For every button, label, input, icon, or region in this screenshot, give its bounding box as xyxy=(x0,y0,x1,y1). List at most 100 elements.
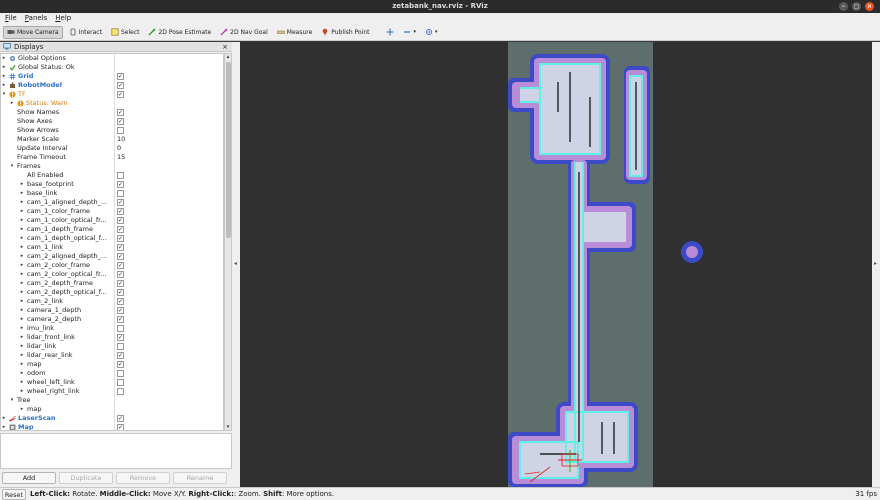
collapsed-arrow-icon[interactable]: ▸ xyxy=(1,81,7,90)
tree-row[interactable]: ▸ wheel_right_link xyxy=(1,387,223,396)
checkbox[interactable] xyxy=(117,190,124,197)
duplicate-button[interactable]: Duplicate xyxy=(59,472,113,484)
collapsed-arrow-icon[interactable]: ▸ xyxy=(19,198,25,207)
expanded-arrow-icon[interactable]: ▾ xyxy=(1,90,7,99)
tree-row-value[interactable]: 0 xyxy=(117,144,121,153)
checkbox[interactable]: ✓ xyxy=(117,298,124,305)
nav-goal-tool[interactable]: 2D Nav Goal xyxy=(217,26,271,39)
tree-row[interactable]: ▸ imu_link xyxy=(1,324,223,333)
tree-row-value[interactable]: 15 xyxy=(117,153,125,162)
checkbox[interactable] xyxy=(117,172,124,179)
collapsed-arrow-icon[interactable]: ▸ xyxy=(19,225,25,234)
checkbox[interactable]: ✓ xyxy=(117,235,124,242)
tree-row[interactable]: ▸ cam_2_link ✓ xyxy=(1,297,223,306)
checkbox[interactable]: ✓ xyxy=(117,280,124,287)
tree-row[interactable]: ▸ RobotModel ✓ xyxy=(1,81,223,90)
collapsed-arrow-icon[interactable]: ▸ xyxy=(1,63,7,72)
tree-row[interactable]: ▸ cam_2_color_optical_fr... ✓ xyxy=(1,270,223,279)
tree-row[interactable]: Frame Timeout 15 xyxy=(1,153,223,162)
checkbox[interactable]: ✓ xyxy=(117,118,124,125)
checkbox[interactable]: ✓ xyxy=(117,415,124,422)
tree-row[interactable]: ▸ lidar_front_link ✓ xyxy=(1,333,223,342)
checkbox[interactable]: ✓ xyxy=(117,217,124,224)
checkbox[interactable]: ✓ xyxy=(117,91,124,98)
collapsed-arrow-icon[interactable]: ▸ xyxy=(19,360,25,369)
checkbox[interactable]: ✓ xyxy=(117,109,124,116)
checkbox[interactable] xyxy=(117,379,124,386)
tree-row[interactable]: ▸ Status: Warn xyxy=(1,99,223,108)
expanded-arrow-icon[interactable]: ▾ xyxy=(9,396,15,405)
tree-row[interactable]: ▸ cam_1_color_optical_fr... ✓ xyxy=(1,216,223,225)
maximize-button[interactable]: □ xyxy=(852,2,861,11)
tree-row[interactable]: ▸ base_link xyxy=(1,189,223,198)
checkbox[interactable]: ✓ xyxy=(117,289,124,296)
collapsed-arrow-icon[interactable]: ▸ xyxy=(19,297,25,306)
tree-row[interactable]: ▸ cam_1_depth_frame ✓ xyxy=(1,225,223,234)
tree-row[interactable]: ▸ Global Options xyxy=(1,54,223,63)
collapsed-arrow-icon[interactable]: ▸ xyxy=(1,72,7,81)
menu-file[interactable]: File xyxy=(5,13,17,24)
tree-row[interactable]: Marker Scale 10 xyxy=(1,135,223,144)
tree-row[interactable]: ▸ wheel_left_link xyxy=(1,378,223,387)
measure-tool[interactable]: Measure xyxy=(274,26,316,39)
tree-row[interactable]: ▸ Grid ✓ xyxy=(1,72,223,81)
scroll-up-icon[interactable]: ▴ xyxy=(225,54,231,60)
checkbox[interactable]: ✓ xyxy=(117,226,124,233)
collapsed-arrow-icon[interactable]: ▸ xyxy=(19,369,25,378)
collapsed-arrow-icon[interactable]: ▸ xyxy=(19,189,25,198)
checkbox[interactable]: ✓ xyxy=(117,307,124,314)
checkbox[interactable]: ✓ xyxy=(117,253,124,260)
tree-row[interactable]: ▸ odom xyxy=(1,369,223,378)
scrollbar-thumb[interactable] xyxy=(226,62,231,238)
tree-row[interactable]: ▸ map ✓ xyxy=(1,360,223,369)
tree-row[interactable]: Show Axes ✓ xyxy=(1,117,223,126)
render-viewport[interactable] xyxy=(240,42,872,487)
tree-row[interactable]: ▸ cam_1_link ✓ xyxy=(1,243,223,252)
collapsed-arrow-icon[interactable]: ▸ xyxy=(19,279,25,288)
collapsed-arrow-icon[interactable]: ▸ xyxy=(1,414,7,423)
tree-row[interactable]: ▸ base_footprint ✓ xyxy=(1,180,223,189)
publish-point-tool[interactable]: Publish Point xyxy=(318,26,372,39)
checkbox[interactable] xyxy=(117,127,124,134)
rename-button[interactable]: Rename xyxy=(173,472,227,484)
collapsed-arrow-icon[interactable]: ▸ xyxy=(1,423,7,430)
checkbox[interactable]: ✓ xyxy=(117,424,124,430)
tree-row[interactable]: Show Names ✓ xyxy=(1,108,223,117)
collapsed-arrow-icon[interactable]: ▸ xyxy=(19,252,25,261)
collapsed-arrow-icon[interactable]: ▸ xyxy=(19,288,25,297)
tree-scrollbar[interactable]: ▴ ▾ xyxy=(224,53,232,431)
collapsed-arrow-icon[interactable]: ▸ xyxy=(19,261,25,270)
tree-row[interactable]: ▸ map xyxy=(1,405,223,414)
collapsed-arrow-icon[interactable]: ▸ xyxy=(19,315,25,324)
tree-row[interactable]: ▸ Map ✓ xyxy=(1,423,223,430)
checkbox[interactable]: ✓ xyxy=(117,181,124,188)
tool-properties-button[interactable]: ▾ xyxy=(422,26,441,39)
checkbox[interactable] xyxy=(117,325,124,332)
collapsed-arrow-icon[interactable]: ▸ xyxy=(1,54,7,63)
collapsed-arrow-icon[interactable]: ▸ xyxy=(19,378,25,387)
collapsed-arrow-icon[interactable]: ▸ xyxy=(19,207,25,216)
menu-panels[interactable]: Panels xyxy=(25,13,48,24)
checkbox[interactable] xyxy=(117,343,124,350)
tree-row[interactable]: ▸ cam_2_depth_optical_f... ✓ xyxy=(1,288,223,297)
tree-row-value[interactable]: 10 xyxy=(117,135,125,144)
checkbox[interactable]: ✓ xyxy=(117,208,124,215)
panel-close-icon[interactable]: × xyxy=(222,43,228,51)
tree-row[interactable]: ▸ camera_1_depth ✓ xyxy=(1,306,223,315)
remove-tool-button[interactable]: ▾ xyxy=(400,26,419,39)
collapsed-arrow-icon[interactable]: ▸ xyxy=(19,324,25,333)
checkbox[interactable]: ✓ xyxy=(117,199,124,206)
tree-row[interactable]: ▸ LaserScan ✓ xyxy=(1,414,223,423)
checkbox[interactable]: ✓ xyxy=(117,73,124,80)
tree-row[interactable]: ▸ Global Status: Ok xyxy=(1,63,223,72)
tree-row[interactable]: ▸ lidar_link xyxy=(1,342,223,351)
tree-row[interactable]: ▸ camera_2_depth ✓ xyxy=(1,315,223,324)
tree-row[interactable]: All Enabled xyxy=(1,171,223,180)
checkbox[interactable]: ✓ xyxy=(117,361,124,368)
tree-row[interactable]: ▸ cam_2_color_frame ✓ xyxy=(1,261,223,270)
tree-row[interactable]: ▾ Tree xyxy=(1,396,223,405)
checkbox[interactable]: ✓ xyxy=(117,271,124,278)
move-camera-tool[interactable]: Move Camera xyxy=(3,25,63,39)
collapsed-arrow-icon[interactable]: ▸ xyxy=(19,234,25,243)
menu-help[interactable]: Help xyxy=(55,13,71,24)
